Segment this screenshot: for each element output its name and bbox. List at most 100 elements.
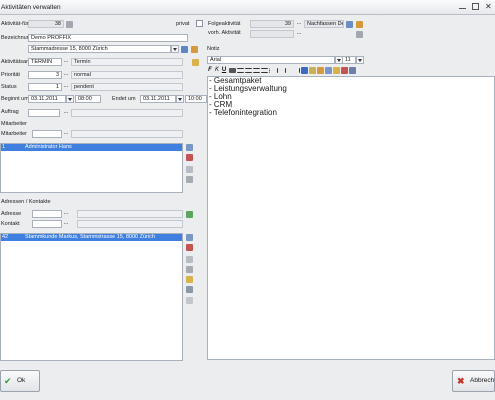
contact-field-label: Kontakt xyxy=(1,221,20,227)
end-date-input[interactable]: 03.11.2011 xyxy=(140,95,176,103)
address-select[interactable]: Stammadresse 15, 8000 Zürich xyxy=(28,45,171,53)
font-select[interactable]: Arial xyxy=(207,56,335,64)
status-lookup-button[interactable]: ... xyxy=(62,83,70,91)
strikethrough-icon[interactable] xyxy=(229,68,236,73)
address-book-icon[interactable] xyxy=(186,211,193,218)
bold-button[interactable]: F xyxy=(207,67,213,73)
address-home-icon[interactable] xyxy=(186,297,193,304)
address-field-lookup-button[interactable]: ... xyxy=(62,210,70,218)
cancel-icon: ✖ xyxy=(457,376,465,386)
underline-button[interactable]: U xyxy=(221,67,227,73)
cancel-label: Abbrechen xyxy=(470,377,495,384)
order-input[interactable] xyxy=(28,109,60,117)
previous-activity-label: vorh. Aktivität xyxy=(208,30,241,36)
open-icon[interactable] xyxy=(333,67,340,74)
add-employee-icon[interactable] xyxy=(186,144,193,151)
employee-input[interactable] xyxy=(32,130,62,138)
follow-up-edit-icon[interactable] xyxy=(346,21,353,28)
begin-date-input[interactable]: 03.11.2011 xyxy=(28,95,66,103)
justify-icon[interactable] xyxy=(261,68,268,73)
indent-icon[interactable] xyxy=(285,68,292,73)
align-center-icon[interactable] xyxy=(245,68,252,73)
priority-code[interactable]: 3 xyxy=(28,71,62,79)
align-right-icon[interactable] xyxy=(253,68,260,73)
addresses-header: Adressen / Kontakte xyxy=(1,199,51,205)
font-color-icon[interactable] xyxy=(301,67,308,74)
status-label: Status xyxy=(1,84,17,90)
address-name: Stammkunde Markus, Stammstrasse 15, 8000… xyxy=(25,234,155,240)
address-dropdown-icon[interactable] xyxy=(171,45,179,53)
end-label: Endet um xyxy=(112,96,136,102)
employee-detail-icon[interactable] xyxy=(186,166,193,173)
save-icon[interactable] xyxy=(349,67,356,74)
priority-label: Priorität xyxy=(1,72,20,78)
cancel-button[interactable]: ✖ Abbrechen xyxy=(452,370,495,392)
status-code[interactable]: 1 xyxy=(28,83,62,91)
activity-type-code[interactable]: TERMIN xyxy=(28,58,62,66)
employee-lookup-button[interactable]: ... xyxy=(62,130,70,138)
employee-print-icon[interactable] xyxy=(186,176,193,183)
note-line: - Telefonintegration xyxy=(209,108,277,117)
previous-activity-icon[interactable] xyxy=(356,31,363,38)
activity-type-lookup-button[interactable]: ... xyxy=(62,58,70,66)
description-input[interactable]: Demo PROFFIX xyxy=(28,34,188,42)
address-field-text xyxy=(77,210,183,218)
address-detail-icon[interactable] xyxy=(186,256,193,263)
phone-icon[interactable] xyxy=(186,276,193,283)
link-icon[interactable] xyxy=(325,67,332,74)
employees-list[interactable]: 1 Administrator Hans xyxy=(0,143,183,193)
employees-header: Mitarbeiter xyxy=(1,121,27,127)
address-edit-icon[interactable] xyxy=(181,46,188,53)
addresses-list[interactable]: 42 Stammkunde Markus, Stammstrasse 15, 8… xyxy=(0,233,183,361)
list-item[interactable]: 1 Administrator Hans xyxy=(1,144,182,151)
font-size-dropdown-icon[interactable] xyxy=(356,56,364,64)
align-left-icon[interactable] xyxy=(237,68,244,73)
note-editor[interactable]: - Gesamtpaket - Leistungsverwaltung - Lo… xyxy=(207,76,495,360)
highlight-icon[interactable] xyxy=(309,67,316,74)
checkmark-icon: ✔ xyxy=(4,376,12,386)
activity-for-field: 38 xyxy=(28,20,64,28)
follow-up-lookup-button[interactable]: ... xyxy=(295,20,303,28)
remove-address-icon[interactable] xyxy=(186,244,193,251)
order-lookup-button[interactable]: ... xyxy=(62,109,70,117)
address-copy-icon[interactable] xyxy=(186,266,193,273)
begin-time-input[interactable]: 08:00 xyxy=(75,95,101,103)
employee-name: Administrator Hans xyxy=(25,144,72,150)
end-time-input[interactable]: 10:00 xyxy=(185,95,207,103)
cut-icon[interactable] xyxy=(341,67,348,74)
address-field-input[interactable] xyxy=(32,210,62,218)
insert-image-icon[interactable] xyxy=(317,67,324,74)
numbering-icon[interactable] xyxy=(277,68,284,73)
address-field-label: Adresse xyxy=(1,211,22,217)
outdent-icon[interactable] xyxy=(293,68,300,73)
title-bar: Aktivitäten verwalten xyxy=(0,0,495,15)
contact-field-lookup-button[interactable]: ... xyxy=(62,220,70,228)
follow-up-text: Nachfassen Den xyxy=(304,20,344,28)
remove-employee-icon[interactable] xyxy=(186,154,193,161)
maximize-icon[interactable] xyxy=(472,3,479,10)
activity-type-label: Aktivitätsart xyxy=(1,59,30,65)
close-icon[interactable]: ✕ xyxy=(485,3,492,11)
ok-button[interactable]: ✔ Ok xyxy=(0,370,40,392)
begin-date-picker-icon[interactable] xyxy=(66,95,74,103)
private-checkbox[interactable] xyxy=(196,20,203,27)
end-date-picker-icon[interactable] xyxy=(176,95,184,103)
priority-lookup-button[interactable]: ... xyxy=(62,71,70,79)
contact-field-text xyxy=(77,220,183,228)
minimize-icon[interactable] xyxy=(459,3,466,9)
order-label: Auftrag xyxy=(1,109,19,115)
italic-button[interactable]: K xyxy=(214,67,220,73)
ok-label: Ok xyxy=(17,377,26,384)
font-size-select[interactable]: 11 xyxy=(342,56,356,64)
list-item[interactable]: 42 Stammkunde Markus, Stammstrasse 15, 8… xyxy=(1,234,182,241)
follow-up-new-icon[interactable] xyxy=(356,21,363,28)
contact-field-input[interactable] xyxy=(32,220,62,228)
note-line: - Leistungsverwaltung xyxy=(209,84,287,93)
priority-text: normal xyxy=(71,71,183,79)
add-address-icon[interactable] xyxy=(186,234,193,241)
address-new-icon[interactable] xyxy=(191,46,198,53)
bullets-icon[interactable] xyxy=(269,68,276,73)
address-list-icon[interactable] xyxy=(186,286,193,293)
previous-activity-lookup-button[interactable]: ... xyxy=(295,30,303,38)
folder-icon[interactable] xyxy=(192,59,199,66)
